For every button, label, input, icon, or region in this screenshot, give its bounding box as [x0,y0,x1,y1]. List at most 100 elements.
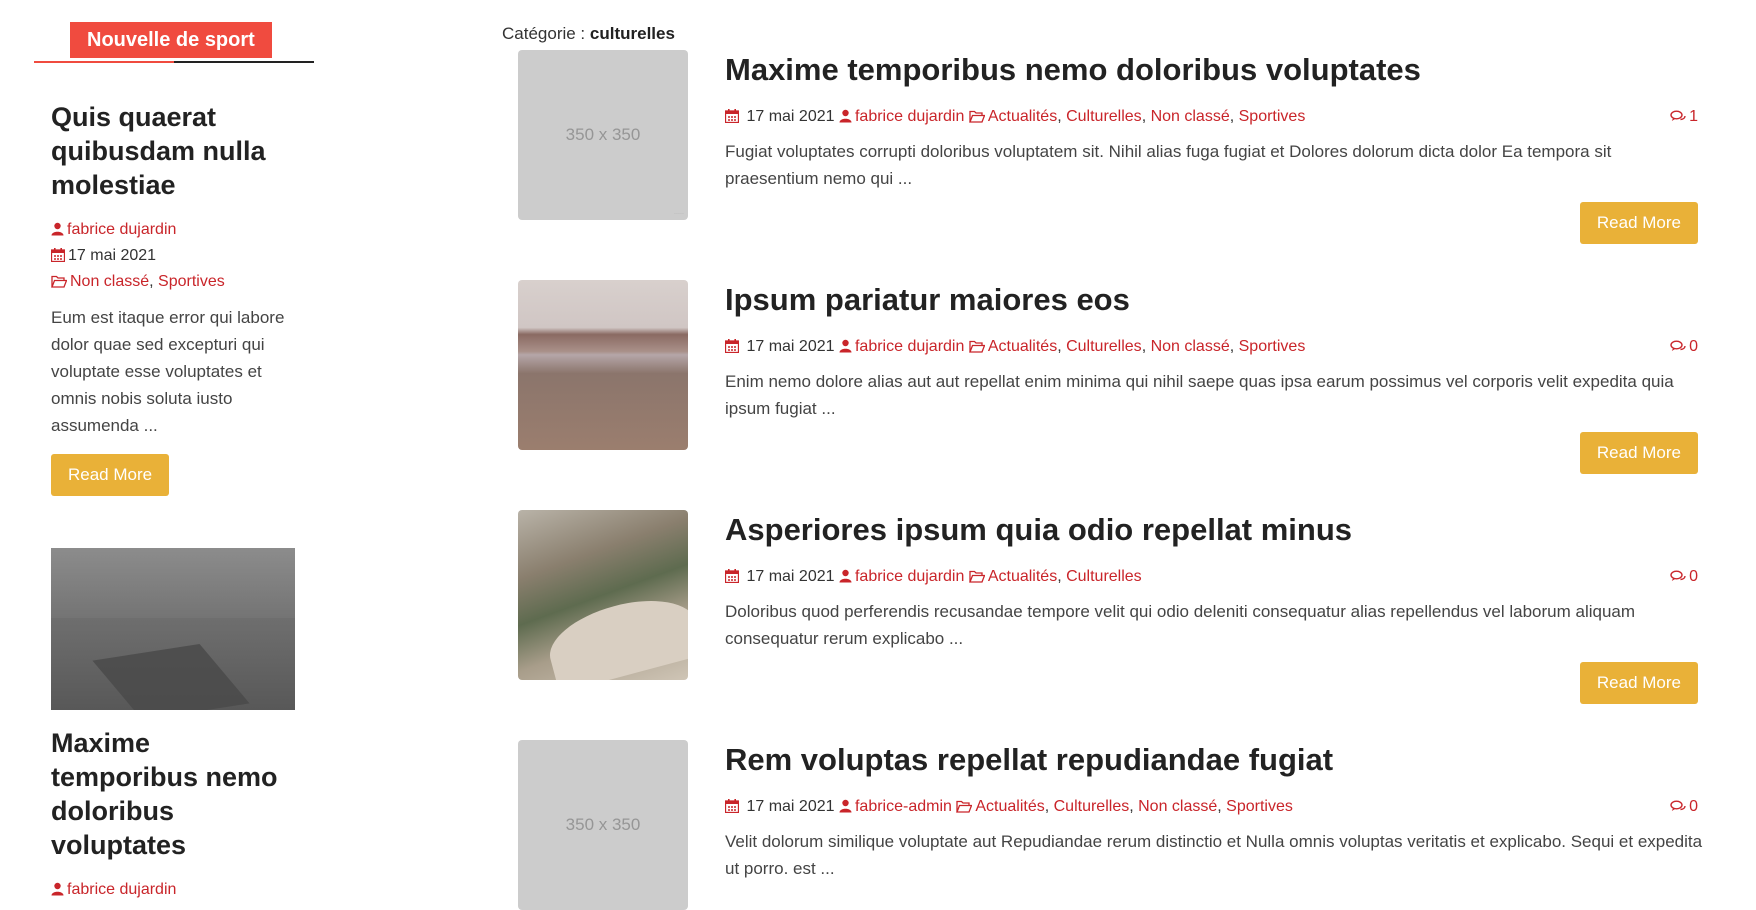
image-fog [51,548,295,618]
comments-icon [1670,568,1686,590]
comments-count-link[interactable]: 0 [1670,566,1698,590]
comments-count-link[interactable]: 0 [1670,336,1698,360]
post-date: 17 mai 2021 [746,798,835,815]
comments-icon [1670,338,1686,360]
category-link[interactable]: Actualités [975,798,1044,815]
folder-open-icon [968,338,986,360]
post-date: 17 mai 2021 [746,338,835,355]
post-excerpt: Enim nemo dolore alias aut aut repellat … [725,372,1674,418]
sidebar-post-date-line: 17 mai 2021 [50,244,291,270]
category-link[interactable]: Culturelles [1066,108,1142,125]
sidebar-post-categories: Non classé, Sportives [51,270,291,296]
sidebar-post-date: 17 mai 2021 [68,247,157,264]
sidebar-post-author[interactable]: fabrice dujardin [67,881,176,898]
user-icon [51,880,64,904]
widget-underline [34,61,314,63]
user-icon [51,220,64,244]
post-meta: 17 mai 2021 fabrice-admin Actualités, Cu… [724,796,1698,820]
category-link[interactable]: Culturelles [1054,798,1130,815]
sidebar-post-author-line: fabrice dujardin [51,878,291,904]
post-author[interactable]: fabrice dujardin [855,338,964,355]
post-thumbnail[interactable]: 350 x 350 ····· [518,50,688,220]
category-name: culturelles [589,24,675,43]
calendar-icon [724,108,740,130]
read-more-button[interactable]: Read More [51,454,170,496]
sidebar-post: Quis quaerat quibusdam nulla molestiae f… [34,100,291,496]
category-link[interactable]: Non classé [1138,798,1217,815]
widget-header: Nouvelle de sport [34,22,314,64]
post-meta: 17 mai 2021 fabrice dujardin Actualités,… [724,106,1698,130]
comments-count: 0 [1689,568,1698,585]
post-date: 17 mai 2021 [746,568,835,585]
post-meta: 17 mai 2021 fabrice dujardin Actualités,… [724,336,1698,360]
category-label: Catégorie : [502,24,586,43]
comments-count: 0 [1689,798,1698,815]
category-link[interactable]: Actualités [988,108,1057,125]
category-link[interactable]: Non classé [70,273,149,290]
folder-open-icon [51,272,68,296]
sidebar-post-excerpt: Eum est itaque error qui labore dolor qu… [51,308,285,435]
category-link[interactable]: Actualités [988,568,1057,585]
user-icon [839,108,852,130]
folder-open-icon [956,798,973,820]
category-link[interactable]: Sportives [1226,798,1293,815]
post-body: Maxime temporibus nemo doloribus volupta… [724,50,1698,192]
page: Nouvelle de sport Quis quaerat quibusdam… [0,0,1756,910]
category-link[interactable]: Actualités [988,338,1057,355]
post-title[interactable]: Maxime temporibus nemo doloribus volupta… [725,50,1698,90]
post-author[interactable]: fabrice-admin [855,798,952,815]
sidebar-post-author[interactable]: fabrice dujardin [67,221,176,238]
post-excerpt: Fugiat voluptates corrupti doloribus vol… [725,142,1612,188]
category-link[interactable]: Sportives [1239,338,1306,355]
category-link[interactable]: Non classé [1151,108,1230,125]
widget-title: Nouvelle de sport [70,22,272,58]
category-link[interactable]: Sportives [1239,108,1306,125]
sidebar-post-image[interactable] [51,548,295,710]
read-more-button[interactable]: Read More [1579,202,1698,244]
post-date: 17 mai 2021 [746,108,835,125]
sidebar-post-author-line: fabrice dujardin [51,218,291,244]
read-more-button[interactable]: Read More [1579,432,1698,474]
post-meta: 17 mai 2021 fabrice dujardin Actualités,… [724,566,1698,590]
post-card: 350 x 350 ····· Maxime temporibus nemo d… [518,50,1698,244]
post-body: Asperiores ipsum quia odio repellat minu… [724,510,1698,652]
category-link[interactable]: Sportives [158,273,225,290]
category-link[interactable]: Non classé [1151,338,1230,355]
post-card: Asperiores ipsum quia odio repellat minu… [518,510,1698,704]
sidebar-post-title[interactable]: Maxime temporibus nemo doloribus volupta… [51,726,291,862]
image-path [541,586,688,680]
post-title[interactable]: Rem voluptas repellat repudiandae fugiat [725,740,1698,780]
calendar-icon [724,798,740,820]
post-body: Ipsum pariatur maiores eos 17 mai 2021 f… [724,280,1698,422]
calendar-icon [724,338,740,360]
post-title[interactable]: Asperiores ipsum quia odio repellat minu… [725,510,1698,550]
post-author[interactable]: fabrice dujardin [855,568,964,585]
sidebar-post-title[interactable]: Quis quaerat quibusdam nulla molestiae [51,100,291,202]
image-pier [92,643,250,710]
post-thumbnail[interactable] [518,510,688,680]
post-excerpt: Doloribus quod perferendis recusandae te… [725,602,1636,648]
folder-open-icon [968,108,986,130]
category-link[interactable]: Culturelles [1066,568,1142,585]
calendar-icon [724,568,740,590]
comments-count-link[interactable]: 0 [1670,796,1698,820]
user-icon [839,338,852,360]
thumbnail-placeholder-text: 350 x 350 [565,125,641,144]
comments-count-link[interactable]: 1 [1670,106,1698,130]
post-author[interactable]: fabrice dujardin [855,108,964,125]
read-more-button[interactable]: Read More [1579,662,1698,704]
folder-open-icon [968,568,986,590]
user-icon [839,798,852,820]
category-link[interactable]: Culturelles [1066,338,1142,355]
thumbnail-placeholder-text: 350 x 350 [565,815,641,834]
post-body: Rem voluptas repellat repudiandae fugiat… [724,740,1702,882]
comments-icon [1670,108,1686,130]
sidebar: Nouvelle de sport Quis quaerat quibusdam… [34,22,314,904]
thumbnail-credit: ····· [674,211,684,217]
post-excerpt: Velit dolorum similique voluptate aut Re… [725,832,1703,878]
post-title[interactable]: Ipsum pariatur maiores eos [725,280,1698,320]
calendar-icon [50,246,66,270]
post-thumbnail[interactable] [518,280,688,450]
sidebar-post: Maxime temporibus nemo doloribus volupta… [34,548,295,904]
comments-count: 0 [1689,338,1698,355]
